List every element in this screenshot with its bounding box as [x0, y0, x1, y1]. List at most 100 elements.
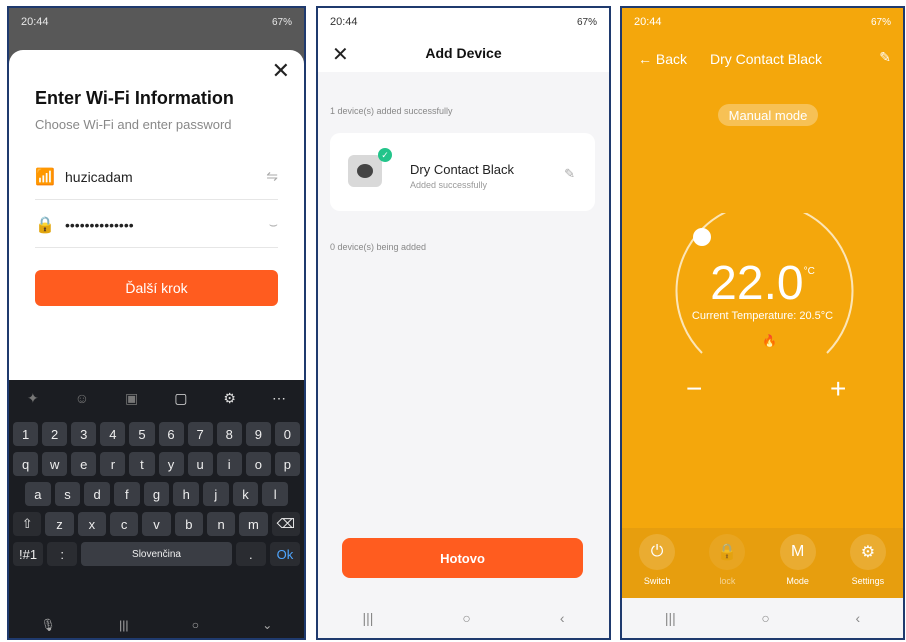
key-v[interactable]: v: [142, 512, 171, 536]
recents-icon[interactable]: |||: [362, 610, 373, 626]
status-time: 20:44: [21, 16, 49, 28]
back-icon[interactable]: ‹: [560, 610, 565, 626]
target-temperature: 22.0°C: [622, 256, 903, 311]
back-label: Back: [655, 51, 688, 67]
switch-button[interactable]: ⏻ Switch: [627, 528, 687, 603]
key-z[interactable]: z: [45, 512, 74, 536]
home-icon[interactable]: ○: [462, 610, 470, 626]
more-icon[interactable]: ⋯: [272, 390, 286, 407]
back-icon[interactable]: ‹: [855, 610, 860, 626]
gif-icon[interactable]: ▣: [125, 390, 138, 407]
key-p[interactable]: p: [274, 452, 300, 476]
key-8[interactable]: 8: [216, 422, 242, 446]
sticker-icon[interactable]: ☺: [75, 390, 89, 406]
switch-network-icon[interactable]: ⇋: [266, 168, 278, 185]
wifi-title: Enter Wi-Fi Information: [35, 88, 234, 108]
plus-button[interactable]: +: [830, 373, 846, 405]
next-step-button[interactable]: Ďalší krok: [35, 270, 278, 306]
status-time: 20:44: [330, 16, 358, 28]
key-q[interactable]: q: [13, 452, 39, 476]
close-icon[interactable]: ✕: [272, 58, 290, 84]
mode-badge: Manual mode: [718, 104, 818, 126]
mode-icon: M: [779, 534, 816, 570]
minus-button[interactable]: −: [686, 373, 702, 405]
device-status: Added successfully: [410, 180, 488, 190]
edit-icon[interactable]: ✎: [879, 49, 891, 66]
recents-icon[interactable]: |||: [665, 610, 676, 626]
status-bar: 20:44 67%: [318, 8, 609, 36]
symbols-key[interactable]: !#1: [13, 542, 44, 566]
status-battery: 67%: [870, 16, 891, 28]
key-t[interactable]: t: [129, 452, 155, 476]
key-s[interactable]: s: [54, 482, 81, 506]
ok-key[interactable]: Ok: [269, 542, 300, 566]
key-f[interactable]: f: [114, 482, 140, 506]
phone-wifi-screen: 20:44 67% ✕ Enter Wi-Fi Information Choo…: [7, 6, 306, 640]
key-1[interactable]: 1: [13, 422, 39, 446]
key-g[interactable]: g: [143, 482, 170, 506]
gear-icon[interactable]: ⚙: [223, 390, 236, 407]
key-x[interactable]: x: [77, 512, 106, 536]
clipboard-icon[interactable]: ▢: [174, 390, 187, 407]
recents-icon[interactable]: |||: [119, 618, 128, 632]
key-e[interactable]: e: [71, 452, 97, 476]
key-0[interactable]: 0: [274, 422, 300, 446]
gear-icon: ⚙: [849, 534, 886, 570]
page-title: Add Device: [425, 45, 502, 61]
key-2[interactable]: 2: [42, 422, 68, 446]
key-4[interactable]: 4: [100, 422, 126, 446]
settings-button[interactable]: ⚙ Settings: [838, 528, 898, 603]
key-o[interactable]: o: [245, 452, 271, 476]
home-icon[interactable]: ○: [192, 618, 199, 632]
key-c[interactable]: c: [110, 512, 139, 536]
hide-keyboard-icon[interactable]: ⌄: [262, 618, 272, 632]
key-9[interactable]: 9: [245, 422, 271, 446]
control-bar: ⏻ Switch 🔒 lock M Mode ⚙ Settings: [622, 528, 903, 603]
password-field[interactable]: 🔒 •••••••••••••• ⌣: [35, 202, 278, 248]
phone-thermostat-screen: 20:44 67% ← Back Dry Contact Black ✎ Man…: [620, 6, 905, 640]
added-count: 1 device(s) added successfully: [330, 106, 453, 116]
key-k[interactable]: k: [232, 482, 259, 506]
key-d[interactable]: d: [84, 482, 110, 506]
done-button[interactable]: Hotovo: [342, 538, 583, 578]
key-3[interactable]: 3: [71, 422, 97, 446]
device-card[interactable]: ✓ Dry Contact Black Added successfully ✎: [330, 133, 595, 211]
back-button[interactable]: ← Back: [638, 51, 687, 67]
mic-icon[interactable]: 🎙: [41, 618, 56, 632]
ssid-field[interactable]: 📶 huzicadam ⇋: [35, 154, 278, 200]
key-5[interactable]: 5: [129, 422, 155, 446]
status-bar: 20:44 67%: [622, 8, 903, 36]
key-a[interactable]: a: [24, 482, 51, 506]
key-w[interactable]: w: [42, 452, 68, 476]
key-u[interactable]: u: [187, 452, 213, 476]
edit-icon[interactable]: ✎: [564, 166, 575, 182]
backspace-key[interactable]: ⌫: [271, 512, 300, 536]
key-h[interactable]: h: [173, 482, 200, 506]
nav-bar: ||| ○ ‹: [318, 598, 609, 638]
key-j[interactable]: j: [203, 482, 229, 506]
key-r[interactable]: r: [100, 452, 126, 476]
current-temperature: Current Temperature: 20.5°C: [691, 310, 834, 322]
key-6[interactable]: 6: [158, 422, 184, 446]
key-b[interactable]: b: [174, 512, 203, 536]
emoji-icon[interactable]: ✦: [27, 390, 39, 407]
key-y[interactable]: y: [158, 452, 184, 476]
home-icon[interactable]: ○: [761, 610, 769, 626]
mode-button[interactable]: M Mode: [768, 528, 828, 603]
ssid-value: huzicadam: [65, 168, 133, 185]
key-m[interactable]: m: [239, 512, 268, 536]
shift-key[interactable]: ⇧: [13, 512, 42, 536]
space-key[interactable]: Slovenčina: [81, 542, 232, 566]
key-i[interactable]: i: [216, 452, 242, 476]
show-password-icon[interactable]: ⌣: [269, 216, 278, 233]
key-l[interactable]: l: [262, 482, 289, 506]
key-7[interactable]: 7: [187, 422, 213, 446]
device-image: [348, 155, 382, 187]
device-name: Dry Contact Black: [410, 162, 515, 177]
lock-button[interactable]: 🔒 lock: [697, 528, 757, 603]
dot-key[interactable]: .: [235, 542, 266, 566]
status-battery: 67%: [271, 16, 292, 28]
lock-icon: 🔒: [35, 216, 55, 234]
key-n[interactable]: n: [206, 512, 236, 536]
colon-key[interactable]: :: [47, 542, 78, 566]
